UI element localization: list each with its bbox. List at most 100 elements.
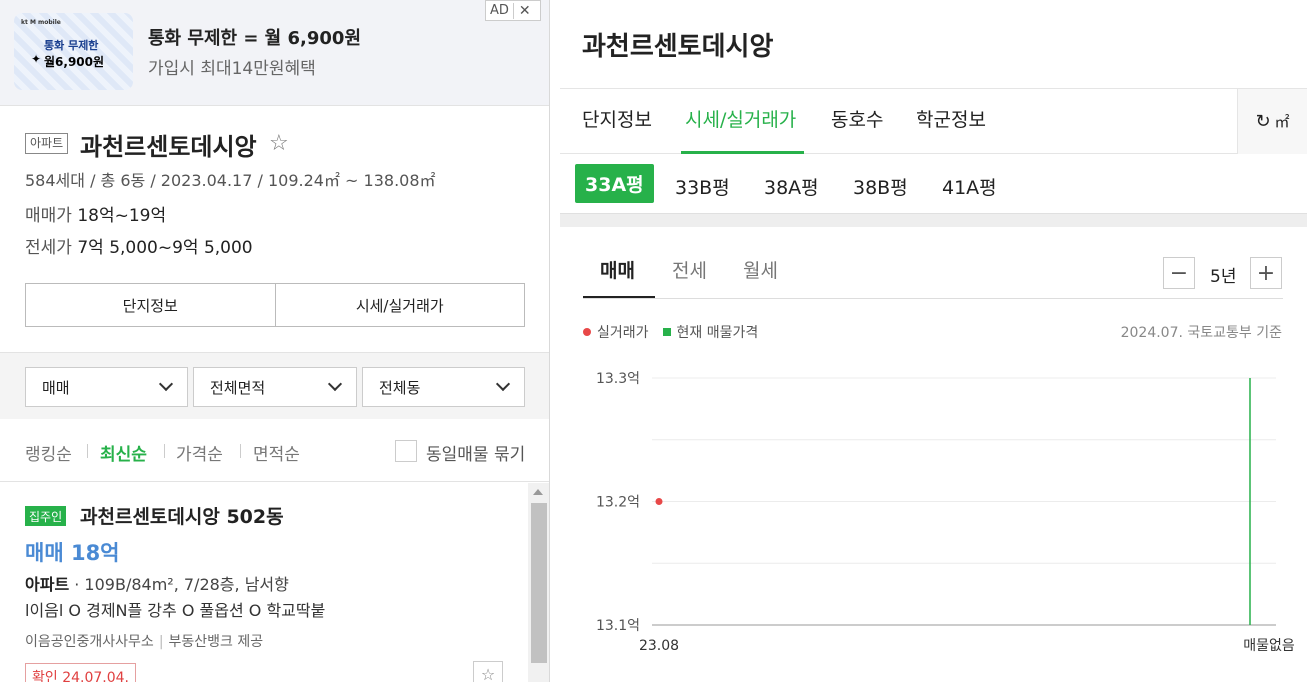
size-38b[interactable]: 38B평 (853, 173, 908, 200)
listing-price: 매매 18억 (25, 541, 120, 565)
legend-actual-label: 실거래가 (597, 325, 649, 341)
confirm-date-badge: 확인 24.07.04. (25, 663, 137, 682)
filter-bar: 매매 전체면적 전체동 (0, 353, 549, 419)
ad-badge: AD ✕ (485, 0, 541, 21)
listing-info: 아파트 · 109B/84m², 7/28층, 남서향 (25, 571, 289, 595)
sale-price-value: 18억~19억 (77, 206, 167, 226)
lease-price-label: 전세가 (25, 238, 72, 258)
sparkle-icon: ✦ (31, 52, 42, 66)
complex-info-button[interactable]: 단지정보 (26, 284, 275, 326)
dong-value: 전체동 (379, 378, 421, 397)
unit-toggle-button[interactable]: ↻ ㎡ (1237, 89, 1307, 154)
size-selector: 33A평 33B평 38A평 38B평 41A평 (560, 155, 1307, 213)
deal-type-value: 매매 (42, 378, 70, 397)
zoom-out-button[interactable]: − (1163, 257, 1195, 289)
ad-thumb-line1: 통화 무제한 (44, 39, 99, 52)
chart-tab-sale[interactable]: 매매 (600, 256, 635, 283)
chevron-down-icon (327, 376, 343, 392)
size-33a[interactable]: 33A평 (575, 164, 654, 203)
price-history-button[interactable]: 시세/실거래가 (274, 284, 525, 326)
ad-brand: kt M mobile (21, 19, 61, 26)
y-tick-label: 13.1억 (596, 618, 640, 634)
size-33b[interactable]: 33B평 (675, 173, 730, 200)
y-tick-label: 13.2억 (596, 495, 640, 511)
listing-name[interactable]: 과천르센토데시앙 502동 (80, 502, 284, 529)
x-tick-label: 23.08 (639, 638, 679, 654)
divider (164, 444, 165, 458)
scrollbar-thumb[interactable] (531, 503, 547, 663)
price-chart: 13.3억 13.2억 13.1억 23.08 매물없음 (596, 371, 1295, 654)
lease-price-value: 7억 5,000~9억 5,000 (77, 238, 253, 258)
data-basis-note: 2024.07. 국토교통부 기준 (1120, 325, 1282, 341)
chart-tab-monthly[interactable]: 월세 (743, 256, 778, 283)
divider (87, 444, 88, 458)
listing-agent-row: 이음공인중개사사무소 | 부동산뱅크 제공 (25, 631, 263, 651)
ad-subtitle[interactable]: 가입시 최대14만원혜택 (148, 54, 316, 79)
x-tick-label: 매물없음 (1243, 638, 1295, 654)
agent-name[interactable]: 이음공인중개사사무소 (25, 634, 154, 650)
complex-title: 과천르센토데시앙 (582, 32, 774, 62)
tab-complex-info[interactable]: 단지정보 (582, 105, 652, 132)
provider: 부동산뱅크 제공 (168, 634, 264, 650)
active-tab-indicator (681, 151, 804, 154)
zoom-in-button[interactable]: + (1250, 257, 1282, 289)
sort-price[interactable]: 가격순 (176, 440, 223, 465)
complex-name: 과천르센토데시앙 (80, 133, 257, 161)
complex-meta: 584세대 / 총 6동 / 2023.04.17 / 109.24㎡ ~ 13… (25, 171, 436, 190)
tab-price-history[interactable]: 시세/실거래가 (685, 105, 796, 132)
dong-select[interactable]: 전체동 (362, 367, 525, 407)
legend-current-label: 현재 매물가격 (676, 325, 759, 341)
scroll-up-icon[interactable] (533, 489, 543, 495)
chevron-down-icon (495, 376, 511, 392)
sort-ranking[interactable]: 랭킹순 (25, 440, 72, 465)
divider (240, 444, 241, 458)
y-tick-label: 13.3억 (596, 371, 640, 387)
complex-button-row: 단지정보 시세/실거래가 (25, 283, 525, 327)
listing-description: l이음l O 경제N플 강추 O 풀옵션 O 학교딱붙 (25, 601, 326, 620)
listing-item[interactable]: 집주인 과천르센토데시앙 502동 매매 18억 아파트 · 109B/84m²… (0, 483, 528, 682)
area-value: 전체면적 (210, 378, 266, 397)
unit-label: ㎡ (1274, 113, 1290, 131)
current-price-square-icon (662, 328, 671, 336)
ad-title[interactable]: 통화 무제한 = 월 6,900원 (148, 24, 361, 50)
sale-price-label: 매매가 (25, 206, 72, 226)
favorite-star-icon[interactable]: ☆ (269, 131, 289, 156)
period-label: 5년 (1210, 267, 1237, 287)
right-panel: 과천르센토데시앙 단지정보 시세/실거래가 동호수 학군정보 ↻ ㎡ 33A평 … (560, 0, 1307, 682)
ad-label: AD (490, 3, 509, 18)
group-listings-checkbox[interactable] (395, 440, 417, 462)
actual-price-dot-icon (583, 328, 591, 336)
chevron-down-icon (158, 376, 174, 392)
area-select[interactable]: 전체면적 (193, 367, 357, 407)
refresh-icon: ↻ (1255, 111, 1271, 132)
chart-tab-lease[interactable]: 전세 (672, 256, 707, 283)
divider: | (158, 634, 164, 650)
deal-type-select[interactable]: 매매 (25, 367, 188, 407)
complex-summary: 아파트 과천르센토데시앙 ☆ 584세대 / 총 6동 / 2023.04.17… (0, 107, 549, 353)
actual-price-point (655, 498, 663, 505)
ad-thumbnail[interactable]: kt M mobile ✦ 통화 무제한 월6,900원 (14, 13, 133, 90)
chart-legend: 실거래가 현재 매물가격 (583, 322, 758, 342)
sort-latest[interactable]: 최신순 (100, 440, 147, 465)
listing-type: 아파트 (25, 575, 70, 594)
listing-spec: · 109B/84m², 7/28층, 남서향 (69, 575, 289, 594)
group-listings-label[interactable]: 동일매물 묶기 (426, 440, 525, 465)
section-divider (560, 213, 1307, 227)
tab-school-info[interactable]: 학군정보 (916, 105, 986, 132)
ad-banner[interactable]: kt M mobile ✦ 통화 무제한 월6,900원 통화 무제한 = 월 … (0, 0, 549, 106)
favorite-star-icon[interactable]: ☆ (473, 661, 503, 682)
sort-area[interactable]: 면적순 (253, 440, 300, 465)
owner-tag: 집주인 (25, 506, 67, 526)
ad-thumb-line2: 월6,900원 (44, 55, 105, 69)
size-38a[interactable]: 38A평 (764, 173, 819, 200)
tab-unit-numbers[interactable]: 동호수 (831, 105, 883, 132)
lease-price-row: 전세가 7억 5,000~9억 5,000 (25, 233, 253, 258)
sale-price-row: 매매가 18억~19억 (25, 201, 166, 226)
close-icon[interactable]: ✕ (512, 2, 536, 19)
scrollbar[interactable] (528, 483, 549, 682)
left-panel: kt M mobile ✦ 통화 무제한 월6,900원 통화 무제한 = 월 … (0, 0, 550, 682)
sort-bar: 랭킹순 최신순 가격순 면적순 동일매물 묶기 (0, 420, 549, 482)
property-type-tag: 아파트 (25, 133, 69, 154)
size-41a[interactable]: 41A평 (942, 173, 997, 200)
chart-tab-indicator (583, 296, 655, 298)
